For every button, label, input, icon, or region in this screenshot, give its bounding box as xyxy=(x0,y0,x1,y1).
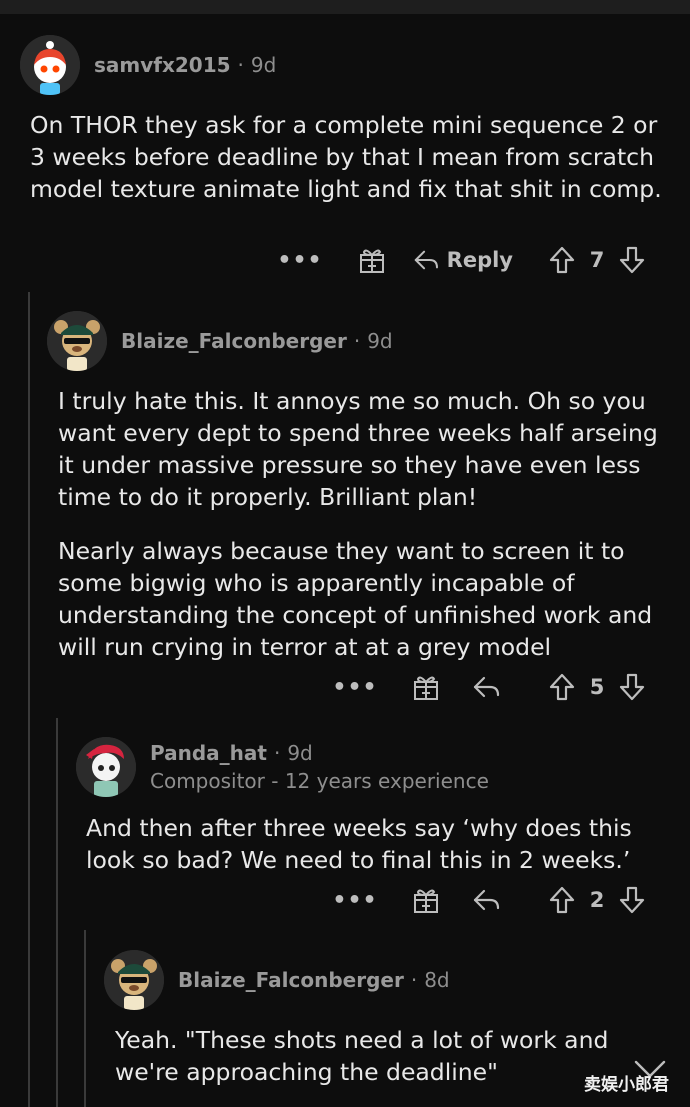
meta-line: samvfx2015 · 9d xyxy=(94,53,276,77)
reply-arrow-icon xyxy=(414,250,438,270)
comment-meta: samvfx2015 · 9d xyxy=(94,53,276,77)
watermark: 卖娱小郎君 xyxy=(584,1075,669,1095)
reply-button[interactable]: Reply xyxy=(413,242,513,278)
thread-line-level-2[interactable] xyxy=(56,718,58,1107)
upvote-arrow-icon xyxy=(549,246,575,274)
comment-header: Panda_hat · 9d Compositor - 12 years exp… xyxy=(76,737,489,797)
snoo-avatar-icon xyxy=(76,737,136,797)
username[interactable]: samvfx2015 xyxy=(94,53,231,77)
top-bar xyxy=(0,0,690,14)
separator-dot: · xyxy=(237,53,244,77)
avatar[interactable] xyxy=(76,737,136,797)
avatar[interactable] xyxy=(20,35,80,95)
thread-page: samvfx2015 · 9d On THOR they ask for a c… xyxy=(0,0,690,1107)
comment-body: On THOR they ask for a complete mini seq… xyxy=(30,109,675,205)
downvote-button[interactable] xyxy=(616,242,648,278)
comment-paragraph: Nearly always because they want to scree… xyxy=(58,537,653,661)
comment-paragraph: I truly hate this. It annoys me so much.… xyxy=(58,387,658,511)
upvote-arrow-icon xyxy=(549,673,575,701)
comment-header: Blaize_Falconberger · 8d xyxy=(104,950,450,1010)
meta-line: Panda_hat · 9d xyxy=(150,741,489,765)
reply-label: Reply xyxy=(446,248,513,272)
downvote-button[interactable] xyxy=(616,669,648,705)
vote-score: 2 xyxy=(589,888,605,912)
award-button[interactable] xyxy=(409,669,443,705)
more-options-button[interactable]: ••• xyxy=(277,242,321,278)
comment-age: 8d xyxy=(424,968,450,992)
comment-actions: ••• 2 xyxy=(270,882,660,918)
comment-body: And then after three weeks say ‘why does… xyxy=(86,812,676,876)
downvote-arrow-icon xyxy=(619,673,645,701)
gift-award-icon xyxy=(414,676,438,700)
comment-header: samvfx2015 · 9d xyxy=(20,35,276,95)
comment-age: 9d xyxy=(367,329,393,353)
comment-paragraph: And then after three weeks say ‘why does… xyxy=(86,814,632,874)
separator-dot: · xyxy=(410,968,418,992)
separator-dot: · xyxy=(353,329,361,353)
meta-line: Blaize_Falconberger · 8d xyxy=(178,968,450,992)
bear-avatar-icon xyxy=(104,950,164,1010)
upvote-arrow-icon xyxy=(549,886,575,914)
comment-actions: ••• 5 xyxy=(270,669,660,705)
comment-meta: Panda_hat · 9d Compositor - 12 years exp… xyxy=(150,741,489,793)
thread-line-level-1[interactable] xyxy=(28,292,30,1107)
comment-age: 9d xyxy=(287,741,313,765)
comment-paragraph: On THOR they ask for a complete mini seq… xyxy=(30,111,662,203)
downvote-button[interactable] xyxy=(616,882,648,918)
downvote-arrow-icon xyxy=(619,886,645,914)
more-options-button[interactable]: ••• xyxy=(332,669,376,705)
comment-actions: ••• Reply 7 xyxy=(270,242,660,278)
avatar[interactable] xyxy=(47,311,107,371)
bear-avatar-icon xyxy=(47,311,107,371)
reply-arrow-icon xyxy=(473,889,500,911)
award-button[interactable] xyxy=(355,242,389,278)
gift-award-icon xyxy=(414,889,438,913)
award-button[interactable] xyxy=(409,882,443,918)
gift-award-icon xyxy=(360,249,384,273)
avatar[interactable] xyxy=(104,950,164,1010)
comment-meta: Blaize_Falconberger · 9d xyxy=(121,329,393,353)
comment-age: 9d xyxy=(250,53,277,77)
upvote-button[interactable] xyxy=(546,669,578,705)
upvote-button[interactable] xyxy=(546,882,578,918)
vote-score: 5 xyxy=(589,675,605,699)
upvote-button[interactable] xyxy=(546,242,578,278)
reply-button[interactable] xyxy=(470,882,504,918)
comment-header: Blaize_Falconberger · 9d xyxy=(47,311,393,371)
user-flair: Compositor - 12 years experience xyxy=(150,769,489,793)
comment-meta: Blaize_Falconberger · 8d xyxy=(178,968,450,992)
comment-body: I truly hate this. It annoys me so much.… xyxy=(58,385,678,663)
separator-dot: · xyxy=(273,741,281,765)
meta-line: Blaize_Falconberger · 9d xyxy=(121,329,393,353)
more-options-button[interactable]: ••• xyxy=(332,882,376,918)
reply-button[interactable] xyxy=(470,669,504,705)
vote-score: 7 xyxy=(589,248,605,272)
username[interactable]: Panda_hat xyxy=(150,741,267,765)
username[interactable]: Blaize_Falconberger xyxy=(121,329,347,353)
reply-arrow-icon xyxy=(473,676,500,698)
snoo-avatar-icon xyxy=(20,35,80,95)
username[interactable]: Blaize_Falconberger xyxy=(178,968,404,992)
thread-line-level-3[interactable] xyxy=(84,930,86,1107)
downvote-arrow-icon xyxy=(619,246,645,274)
